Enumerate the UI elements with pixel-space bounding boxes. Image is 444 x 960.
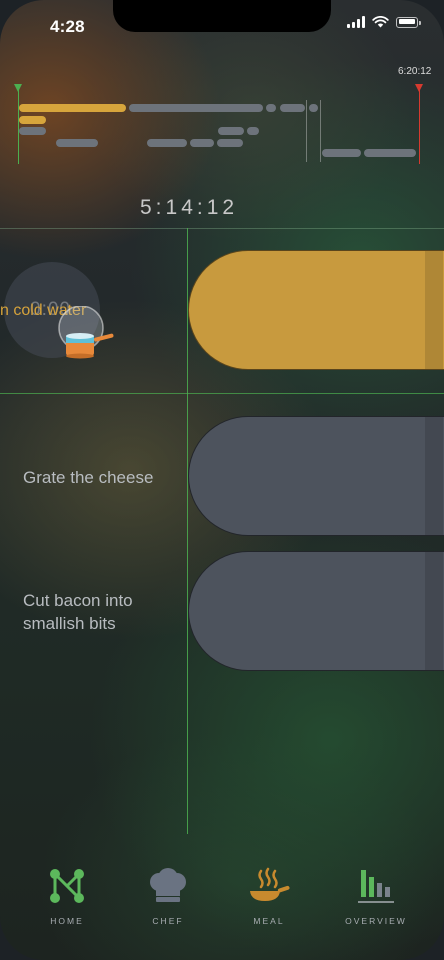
timeline-task-bar[interactable] [190,139,214,147]
nav-label: HOME [50,916,84,926]
pill-shade [425,552,443,670]
chef-hat-icon [150,868,186,902]
timeline-task-bar[interactable] [129,104,263,112]
timeline-end-line [419,90,420,164]
task-duration-pill[interactable] [188,250,444,370]
timeline-divider [320,100,321,162]
pill-shade [425,251,443,369]
nav-chef[interactable]: CHEF [128,866,208,926]
battery-icon [396,16,421,28]
task-duration-pill[interactable] [188,416,444,536]
device-notch [113,0,331,32]
task-duration-pill[interactable] [188,551,444,671]
current-time-horizontal-line [0,393,444,394]
timeline-end-time: 6:20:12 [398,66,432,77]
app-screen: 4:28 6:20:12 5:14:12 0:00 n cold water G… [0,0,444,960]
wifi-icon [372,16,389,28]
cellular-signal-icon [347,16,365,28]
task-label: Grate the cheese [23,468,154,487]
timeline-divider [306,100,307,162]
timeline-task-bar[interactable] [322,149,361,157]
timeline-task-bar[interactable] [217,139,243,147]
timeline-task-bar[interactable] [280,104,305,112]
nav-label: OVERVIEW [345,916,407,926]
status-time: 4:28 [50,17,85,36]
timeline-task-bar[interactable] [56,139,98,147]
nav-home[interactable]: HOME [27,866,107,926]
timeline-start-line [18,90,19,164]
timeline-task-bar[interactable] [19,116,46,124]
timeline-task-bar[interactable] [147,139,187,147]
pill-shade [425,417,443,535]
timeline-task-bar[interactable] [247,127,259,135]
home-network-icon [50,869,84,903]
timeline-task-bar[interactable] [266,104,276,112]
pot-icon [58,305,118,369]
timeline-task-bar[interactable] [309,104,318,112]
elapsed-time: 5:14:12 [140,196,239,219]
timeline-task-bar[interactable] [19,104,126,112]
task-label: Cut bacon into smallish bits [23,591,133,633]
timeline-task-bar[interactable] [364,149,416,157]
section-divider [0,228,444,229]
status-icons [347,16,421,28]
frying-pan-icon [250,867,290,901]
timeline-task-bar[interactable] [218,127,244,135]
nav-label: CHEF [152,916,184,926]
nav-meal[interactable]: MEAL [229,866,309,926]
timeline-task-bar[interactable] [19,127,46,135]
bar-chart-icon [358,870,394,903]
nav-label: MEAL [253,916,285,926]
nav-overview[interactable]: OVERVIEW [336,866,416,926]
